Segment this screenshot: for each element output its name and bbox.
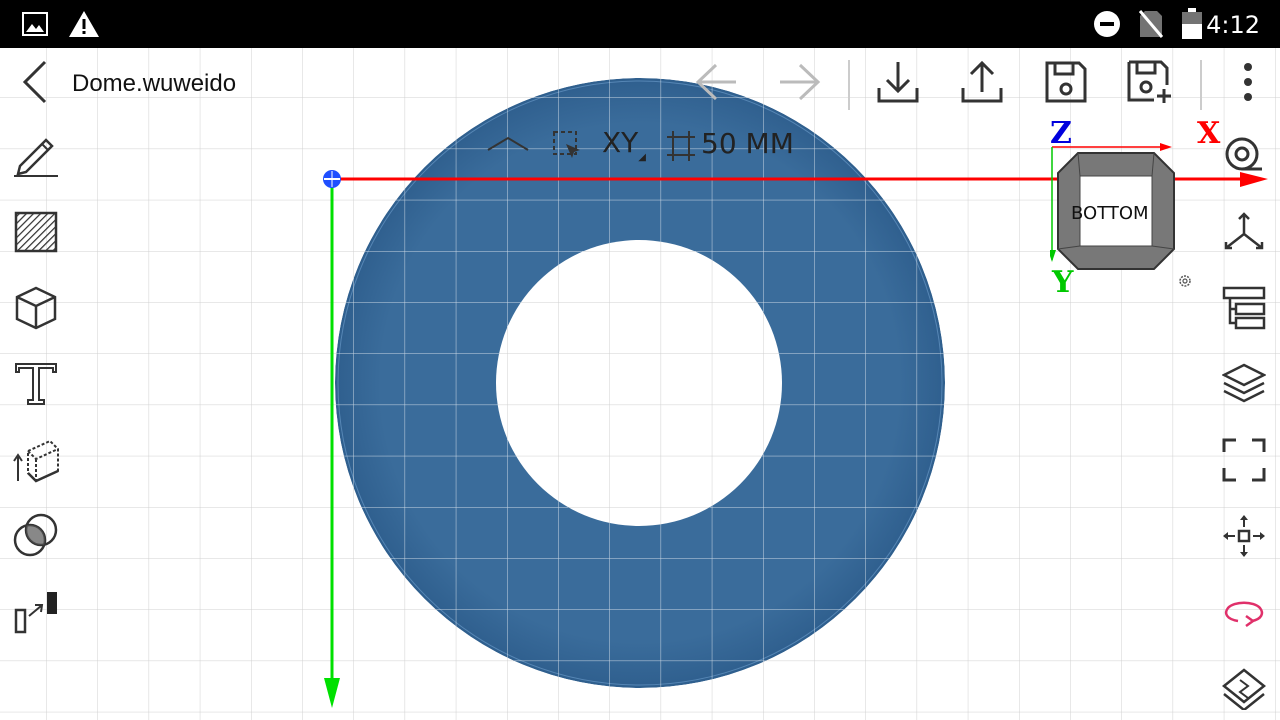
move-icon [1222, 514, 1266, 563]
extrude-icon [12, 437, 60, 488]
clock: 4:12 [1206, 11, 1260, 39]
rotate-tool[interactable] [1216, 586, 1272, 642]
solid-box-icon [14, 286, 58, 335]
measure-tool[interactable] [1216, 130, 1272, 186]
solid-tool[interactable] [8, 282, 64, 338]
import-button[interactable] [870, 56, 926, 112]
cube-axis-y-label: Y [1052, 265, 1074, 300]
gear-icon [1177, 275, 1193, 293]
tree-tool[interactable] [1216, 282, 1272, 338]
sketch-tool[interactable] [8, 130, 64, 186]
transform-tool[interactable] [8, 586, 64, 642]
export-icon [960, 60, 1004, 109]
layers-tool[interactable] [1216, 358, 1272, 414]
extrude-tool[interactable] [8, 434, 64, 490]
fit-view-icon [1222, 438, 1266, 487]
transform-icon [13, 590, 59, 639]
back-button[interactable] [8, 56, 64, 112]
rotate-icon [1222, 597, 1266, 632]
sketch-icon [12, 134, 60, 183]
mirror-icon [1221, 666, 1267, 715]
collapse-button[interactable] [486, 134, 530, 158]
grid-size-button[interactable]: 50 MM [666, 127, 806, 167]
image-icon [22, 12, 48, 41]
chevron-left-icon [21, 60, 51, 109]
cube-axis-x-label: X [1197, 116, 1221, 151]
more-icon [1243, 62, 1253, 107]
redo-icon [778, 62, 822, 107]
boolean-icon [13, 513, 59, 564]
dropdown-corner-icon: ◢ [638, 152, 646, 163]
do-not-disturb-icon [1093, 10, 1121, 43]
fit-view-tool[interactable] [1216, 434, 1272, 490]
toolbar-divider [848, 60, 850, 110]
tree-icon [1222, 286, 1266, 335]
axes-tool[interactable] [1216, 206, 1272, 262]
select-box-button[interactable] [552, 130, 584, 162]
plane-label: XY [602, 126, 639, 159]
plane-selector[interactable]: XY◢ [602, 126, 646, 163]
import-icon [876, 60, 920, 109]
text-tool[interactable] [8, 358, 64, 414]
chevron-up-icon [486, 136, 530, 158]
boolean-tool[interactable] [8, 510, 64, 566]
view-cube-face-label: BOTTOM [1071, 203, 1149, 224]
redo-button[interactable] [772, 56, 828, 112]
save-as-icon [1126, 59, 1174, 110]
hatch-icon [14, 211, 58, 258]
hatch-tool[interactable] [8, 206, 64, 262]
measure-icon [1224, 136, 1264, 181]
more-button[interactable] [1220, 56, 1276, 112]
no-sim-icon [1138, 10, 1164, 43]
text-icon [14, 362, 58, 411]
toolbar-divider [1200, 60, 1202, 110]
save-icon [1044, 60, 1088, 109]
undo-button[interactable] [688, 56, 744, 112]
origin-marker[interactable] [323, 170, 341, 188]
undo-icon [694, 62, 738, 107]
move-tool[interactable] [1216, 510, 1272, 566]
view-cube-settings-button[interactable] [1177, 273, 1193, 289]
grid-size-label: 50 MM [701, 127, 794, 160]
battery-icon [1181, 8, 1203, 45]
select-box-icon [552, 131, 582, 164]
save-button[interactable] [1038, 56, 1094, 112]
save-as-button[interactable] [1122, 56, 1178, 112]
grid-size-icon [666, 130, 696, 167]
cube-axis-z-label: Z [1050, 116, 1072, 151]
axes-icon [1222, 211, 1266, 257]
mirror-tool[interactable] [1216, 662, 1272, 718]
warning-icon [68, 10, 100, 43]
layers-icon [1221, 363, 1267, 410]
export-button[interactable] [954, 56, 1010, 112]
status-bar: 4:12 [0, 0, 1280, 48]
document-title: Dome.wuweido [72, 70, 237, 97]
